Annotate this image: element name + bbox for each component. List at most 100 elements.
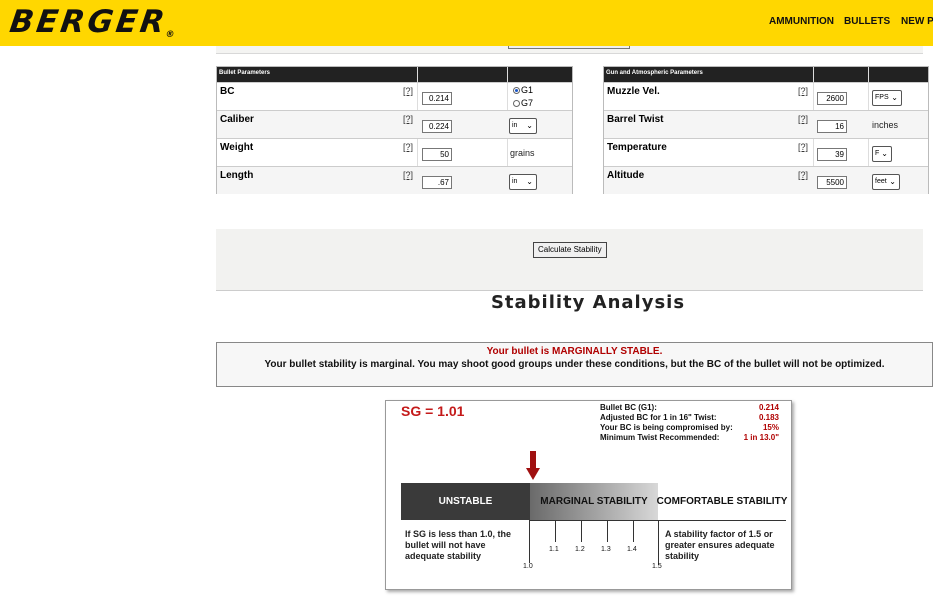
band-unstable: UNSTABLE — [401, 483, 530, 520]
stat-label-adjusted-bc: Adjusted BC for 1 in 16" Twist: — [600, 413, 717, 422]
g7-label: G7 — [521, 98, 534, 108]
weight-label: Weight — [220, 142, 254, 153]
stat-label-bc: Bullet BC (G1): — [600, 403, 657, 412]
tick-1-4 — [633, 520, 634, 542]
chevron-down-icon: ⌄ — [526, 121, 533, 130]
tick-label-1-5: 1.5 — [652, 563, 662, 570]
bc-help-link[interactable]: [?] — [403, 86, 413, 96]
caliber-label: Caliber — [220, 114, 254, 125]
altitude-label: Altitude — [607, 170, 645, 181]
bullet-parameters-table: Bullet Parameters BC [?] 0.214 G1 G7 Cal… — [216, 66, 573, 194]
logo-registered-mark: ® — [164, 30, 176, 40]
row-bc: BC [?] 0.214 G1 G7 — [217, 82, 572, 110]
weight-unit-text: grains — [510, 148, 535, 158]
band-marginal-stability: MARGINAL STABILITY — [530, 483, 658, 520]
altitude-unit-select[interactable]: feet ⌄ — [872, 174, 900, 190]
velocity-unit-select[interactable]: FPS ⌄ — [872, 90, 902, 106]
site-header: BERGER® AMMUNITION BULLETS NEW PRO — [0, 0, 933, 46]
temperature-unit-value: F — [875, 150, 880, 157]
caliber-help-link[interactable]: [?] — [403, 114, 413, 124]
barrel-twist-unit-text: inches — [872, 120, 899, 130]
calculate-panel: Calculate Stability — [216, 229, 923, 291]
sg-indicator-arrow-icon — [526, 451, 540, 480]
length-label: Length — [220, 170, 254, 181]
stability-status: Your bullet is MARGINALLY STABLE. — [486, 346, 663, 357]
tick-label-1-4: 1.4 — [627, 546, 637, 553]
row-caliber: Caliber [?] 0.224 in ⌄ — [217, 110, 572, 138]
tick-1-1 — [555, 520, 556, 542]
stat-value-adjusted-bc: 0.183 — [758, 413, 779, 422]
barrel-twist-help-link[interactable]: [?] — [798, 114, 808, 124]
comfortable-note: A stability factor of 1.5 or greater ens… — [665, 529, 775, 561]
barrel-twist-label: Barrel Twist — [607, 114, 664, 125]
tick-label-1-1: 1.1 — [549, 546, 559, 553]
unstable-note: If SG is less than 1.0, the bullet will … — [405, 529, 512, 561]
nav-new-products[interactable]: NEW PRO — [901, 16, 933, 27]
tick-1-3 — [607, 520, 608, 542]
nav-bullets[interactable]: BULLETS — [844, 16, 890, 27]
caliber-unit-value: in — [512, 122, 518, 129]
top-panel-button[interactable] — [508, 46, 630, 49]
sg-value: SG = 1.01 — [401, 403, 465, 419]
weight-input[interactable]: 50 — [422, 148, 452, 161]
chevron-down-icon: ⌄ — [889, 177, 896, 186]
muzzle-velocity-label: Muzzle Vel. — [607, 86, 660, 97]
caliber-unit-select[interactable]: in ⌄ — [509, 118, 537, 134]
tick-label-1-2: 1.2 — [575, 546, 585, 553]
stability-analysis-heading: Stability Analysis — [490, 292, 686, 313]
length-input[interactable]: .67 — [422, 176, 452, 189]
bc-label: BC — [220, 86, 235, 97]
caliber-input[interactable]: 0.224 — [422, 120, 452, 133]
stability-message: Your bullet stability is marginal. You m… — [264, 359, 885, 370]
radio-selected-dot — [513, 87, 520, 95]
radio-dot — [513, 100, 520, 108]
berger-logo[interactable]: BERGER® — [7, 4, 178, 40]
logo-text: BERGER — [7, 4, 170, 40]
velocity-unit-value: FPS — [875, 94, 889, 101]
chevron-down-icon: ⌄ — [891, 93, 898, 102]
top-panel-remnant — [216, 46, 923, 54]
altitude-input[interactable]: 5500 — [817, 176, 847, 189]
muzzle-velocity-help-link[interactable]: [?] — [798, 86, 808, 96]
tick-1-0 — [529, 520, 530, 563]
row-length: Length [?] .67 in ⌄ — [217, 166, 572, 194]
row-temperature: Temperature [?] 39 F ⌄ — [604, 138, 928, 166]
drag-model-g7-radio[interactable]: G7 — [513, 98, 533, 108]
temperature-unit-select[interactable]: F ⌄ — [872, 146, 892, 162]
weight-help-link[interactable]: [?] — [403, 142, 413, 152]
muzzle-velocity-input[interactable]: 2600 — [817, 92, 847, 105]
temperature-help-link[interactable]: [?] — [798, 142, 808, 152]
length-unit-select[interactable]: in ⌄ — [509, 174, 537, 190]
tick-1-5 — [658, 520, 659, 565]
band-comfortable-stability: COMFORTABLE STABILITY — [657, 483, 787, 520]
altitude-unit-value: feet — [875, 178, 887, 185]
stat-label-min-twist: Minimum Twist Recommended: — [600, 433, 720, 442]
bc-input[interactable]: 0.214 — [422, 92, 452, 105]
chevron-down-icon: ⌄ — [526, 177, 533, 186]
temperature-label: Temperature — [607, 142, 667, 153]
length-help-link[interactable]: [?] — [403, 170, 413, 180]
altitude-help-link[interactable]: [?] — [798, 170, 808, 180]
temperature-input[interactable]: 39 — [817, 148, 847, 161]
stat-value-bc-compromise: 15% — [762, 423, 779, 432]
row-barrel-twist: Barrel Twist [?] 16 inches — [604, 110, 928, 138]
barrel-twist-input[interactable]: 16 — [817, 120, 847, 133]
tick-label-1-0: 1.0 — [523, 563, 533, 570]
row-muzzle-velocity: Muzzle Vel. [?] 2600 FPS ⌄ — [604, 82, 928, 110]
length-unit-value: in — [512, 178, 518, 185]
row-altitude: Altitude [?] 5500 feet ⌄ — [604, 166, 928, 194]
stat-label-bc-compromise: Your BC is being compromised by: — [600, 423, 733, 432]
stability-graphic: SG = 1.01 Bullet BC (G1): 0.214 Adjusted… — [385, 400, 792, 590]
tick-1-2 — [581, 520, 582, 542]
row-weight: Weight [?] 50 grains — [217, 138, 572, 166]
stat-value-min-twist: 1 in 13.0" — [743, 433, 779, 442]
bullet-parameters-title: Bullet Parameters — [217, 67, 572, 82]
tick-label-1-3: 1.3 — [601, 546, 611, 553]
nav-ammunition[interactable]: AMMUNITION — [769, 16, 834, 27]
g1-label: G1 — [521, 85, 534, 95]
result-message-box: Your bullet is MARGINALLY STABLE. Your b… — [216, 342, 933, 387]
calculate-stability-button[interactable]: Calculate Stability — [533, 242, 607, 258]
chevron-down-icon: ⌄ — [881, 149, 888, 158]
drag-model-g1-radio[interactable]: G1 — [513, 85, 533, 95]
gun-parameters-table: Gun and Atmospheric Parameters Muzzle Ve… — [603, 66, 929, 194]
